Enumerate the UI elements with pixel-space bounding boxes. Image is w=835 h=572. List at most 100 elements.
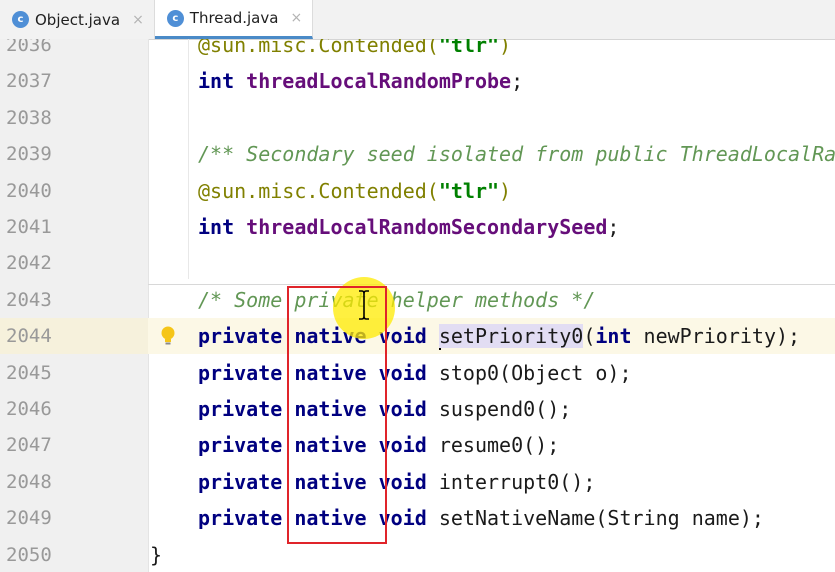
code-token: suspend0();: [438, 397, 572, 421]
code-token: resume0();: [438, 433, 560, 458]
line-number: 2040: [6, 179, 52, 202]
code-line[interactable]: 2050}: [0, 537, 835, 572]
line-number-cell: 2042: [0, 245, 148, 281]
code-token: setNativeName(String name);: [438, 506, 764, 531]
code-token: private native void: [198, 360, 439, 385]
code-text: @sun.misc.Contended("tlr"): [198, 173, 511, 209]
lightbulb-icon[interactable]: [160, 326, 176, 346]
code-token: (: [583, 324, 596, 349]
line-number-cell: 2041: [0, 209, 148, 245]
code-token: int: [198, 69, 247, 94]
line-number-cell: 2037: [0, 63, 148, 99]
code-text: private native void interrupt0();: [198, 464, 595, 500]
line-number-cell: 2050: [0, 537, 148, 572]
line-number-cell: 2049: [0, 500, 148, 536]
code-line[interactable]: 2043 /* Some private helper methods */: [0, 282, 835, 318]
code-token: threadLocalRandomSecondarySeed: [246, 215, 608, 239]
line-number-cell: 2047: [0, 427, 148, 463]
line-number: 2043: [6, 288, 52, 311]
line-number: 2042: [6, 252, 52, 275]
code-token: private native void: [198, 469, 439, 494]
line-number: 2038: [6, 106, 52, 129]
code-token: int: [595, 324, 644, 349]
line-number: 2036: [6, 39, 52, 56]
line-number: 2045: [6, 361, 52, 384]
code-line[interactable]: 2037 int threadLocalRandomProbe;: [0, 63, 835, 99]
code-token: ;: [607, 215, 620, 239]
line-number-cell: 2036: [0, 39, 148, 63]
line-number: 2048: [6, 470, 52, 493]
text-cursor-icon: [359, 290, 369, 320]
code-token: /** Secondary seed isolated from public …: [198, 142, 835, 167]
code-line[interactable]: 2044 private native void setPriority0(int…: [0, 318, 835, 355]
code-token: "tlr": [438, 39, 500, 57]
close-icon[interactable]: ×: [132, 12, 144, 28]
code-token: "tlr": [438, 178, 500, 203]
code-line[interactable]: 2047 private native void resume0();: [0, 427, 835, 463]
code-line[interactable]: 2040 @sun.misc.Contended("tlr"): [0, 173, 835, 209]
code-line[interactable]: 2045 private native void stop0(Object o);: [0, 355, 835, 391]
line-number: 2037: [6, 70, 52, 93]
code-token: threadLocalRandomProbe: [246, 69, 512, 94]
line-number-cell: 2046: [0, 391, 148, 427]
code-text: /* Some private helper methods */: [198, 282, 595, 318]
code-token: int: [198, 215, 247, 239]
line-number-cell: 2040: [0, 173, 148, 209]
class-c-icon: c: [12, 11, 29, 28]
code-token: private native void: [198, 506, 439, 531]
tab-label: Object.java: [35, 10, 121, 29]
code-text: private native void stop0(Object o);: [198, 355, 631, 391]
code-text: private native void setNativeName(String…: [198, 500, 764, 536]
line-number: 2044: [6, 325, 52, 348]
code-line[interactable]: 2049 private native void setNativeName(St…: [0, 500, 835, 536]
method-separator: [148, 284, 835, 285]
line-number: 2049: [6, 507, 52, 530]
code-token: newPriority);: [643, 324, 801, 349]
line-number-cell: 2043: [0, 282, 148, 318]
line-number-cell: 2038: [0, 100, 148, 136]
tab-thread-java[interactable]: c Thread.java ×: [154, 0, 314, 39]
code-text: private native void suspend0();: [198, 391, 571, 427]
code-token: ;: [511, 69, 524, 94]
code-text: private native void resume0();: [198, 427, 559, 463]
code-text: int threadLocalRandomProbe;: [198, 63, 523, 99]
code-text: /** Secondary seed isolated from public …: [198, 136, 835, 172]
line-number: 2041: [6, 216, 52, 238]
code-text: int threadLocalRandomSecondarySeed;: [198, 209, 619, 245]
tab-object-java[interactable]: c Object.java ×: [0, 0, 155, 39]
code-token: @sun.misc.Contended(: [198, 39, 439, 57]
code-line[interactable]: 2041 int threadLocalRandomSecondarySeed;: [0, 209, 835, 245]
code-line[interactable]: 2042: [0, 245, 835, 281]
code-token: /* Some private helper methods */: [198, 287, 596, 312]
editor-tab-bar: c Object.java × c Thread.java ×: [0, 0, 835, 40]
code-token: private native void: [198, 397, 439, 421]
line-number-cell: 2048: [0, 464, 148, 500]
code-token: stop0(Object o);: [438, 360, 632, 385]
code-line[interactable]: 2048 private native void interrupt0();: [0, 464, 835, 500]
code-text: private native void setPriority0(int new…: [198, 318, 800, 354]
code-text: @sun.misc.Contended("tlr"): [198, 39, 511, 63]
code-line[interactable]: 2046 private native void suspend0();: [0, 391, 835, 427]
code-token: interrupt0();: [438, 469, 596, 494]
code-token: private native void: [198, 324, 439, 349]
code-token: @sun.misc.Contended(: [198, 178, 439, 203]
line-number-cell: 2045: [0, 355, 148, 391]
code-token: ): [499, 178, 512, 203]
highlighted-identifier: setPriority0: [438, 324, 584, 349]
code-text: }: [150, 537, 162, 572]
code-editor[interactable]: 2036 @sun.misc.Contended("tlr") 2037 int th…: [0, 39, 835, 572]
line-number: 2039: [6, 143, 52, 166]
tab-label: Thread.java: [189, 9, 279, 27]
line-number: 2050: [6, 543, 52, 566]
closing-brace: }: [150, 542, 163, 567]
line-number-cell: 2044: [0, 318, 148, 355]
close-icon[interactable]: ×: [290, 10, 302, 26]
code-line[interactable]: 2036 @sun.misc.Contended("tlr"): [0, 39, 835, 63]
code-line[interactable]: 2039 /** Secondary seed isolated from pub…: [0, 136, 835, 172]
line-number: 2047: [6, 434, 52, 457]
line-number-cell: 2039: [0, 136, 148, 172]
code-line[interactable]: 2038: [0, 100, 835, 136]
class-c-icon: c: [166, 9, 184, 27]
line-number: 2046: [6, 398, 52, 420]
code-token: ): [499, 39, 512, 57]
